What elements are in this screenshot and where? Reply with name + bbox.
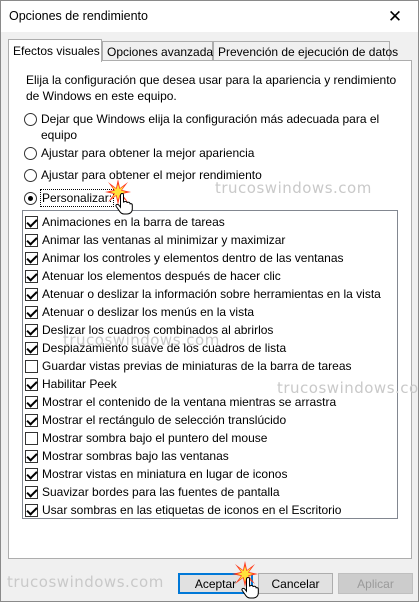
tab-strip: Efectos visuales Opciones avanzadas Prev… <box>8 39 412 62</box>
checkbox[interactable] <box>25 431 38 445</box>
list-item[interactable]: Suavizar bordes para las fuentes de pant… <box>25 483 280 501</box>
list-item[interactable]: Habilitar Peek <box>25 375 117 393</box>
checkbox[interactable] <box>25 287 38 301</box>
radio-best-appearance[interactable]: Ajustar para obtener la mejor apariencia <box>24 145 254 161</box>
tab-advanced-options[interactable]: Opciones avanzadas <box>102 41 219 61</box>
list-item[interactable]: Mostrar sombra bajo el puntero del mouse <box>25 429 267 447</box>
tab-data-execution-prevention[interactable]: Prevención de ejecución de datos <box>213 41 398 61</box>
visual-effects-panel: Elija la configuración que desea usar pa… <box>8 60 412 559</box>
checkbox[interactable] <box>25 359 38 373</box>
radio-button[interactable] <box>24 113 37 126</box>
checkbox[interactable] <box>25 233 38 247</box>
list-item[interactable]: Mostrar vistas en miniatura en lugar de … <box>25 465 287 483</box>
checkbox[interactable] <box>25 395 38 409</box>
list-item[interactable]: Mostrar sombras bajo las ventanas <box>25 447 229 465</box>
checkbox[interactable] <box>25 341 38 355</box>
list-item[interactable]: Animaciones en la barra de tareas <box>25 213 225 231</box>
hand-cursor-icon <box>241 577 259 599</box>
cancel-button[interactable]: Cancelar <box>258 573 333 594</box>
hand-cursor-icon <box>115 193 133 215</box>
radio-label: Ajustar para obtener la mejor apariencia <box>41 146 255 160</box>
watermark: trucoswindows.com <box>215 179 372 197</box>
performance-options-window: Opciones de rendimiento ✕ Efectos visual… <box>0 0 419 602</box>
checkbox[interactable] <box>25 485 38 499</box>
checkbox[interactable] <box>25 449 38 463</box>
list-item[interactable]: Usar sombras en las etiquetas de iconos … <box>25 501 341 519</box>
radio-button[interactable] <box>24 169 37 182</box>
checkbox[interactable] <box>25 413 38 427</box>
radio-label: Personalizar: <box>39 189 115 207</box>
checkbox[interactable] <box>25 503 38 517</box>
radio-button[interactable] <box>24 147 37 160</box>
list-item[interactable]: Atenuar los elementos después de hacer c… <box>25 267 281 285</box>
checkbox[interactable] <box>25 215 38 229</box>
radio-custom[interactable]: Personalizar: <box>24 189 115 207</box>
list-item[interactable]: Guardar vistas previas de miniaturas de … <box>25 357 352 375</box>
checkbox[interactable] <box>25 251 38 265</box>
checkbox[interactable] <box>25 467 38 481</box>
checkbox[interactable] <box>25 305 38 319</box>
radio-button[interactable] <box>24 192 37 205</box>
title-bar: Opciones de rendimiento ✕ <box>1 1 418 32</box>
list-item[interactable]: Mostrar el rectángulo de selección trans… <box>25 411 286 429</box>
watermark: trucoswindows.com <box>63 331 220 349</box>
tab-visual-effects[interactable]: Efectos visuales <box>8 39 102 62</box>
list-item[interactable]: Atenuar o deslizar la información sobre … <box>25 285 381 303</box>
window-title: Opciones de rendimiento <box>9 9 148 23</box>
checkbox[interactable] <box>25 269 38 283</box>
list-item[interactable]: Animar las ventanas al minimizar y maxim… <box>25 231 285 249</box>
radio-label: Dejar que Windows elija la configuración… <box>41 112 380 142</box>
checkbox[interactable] <box>25 323 38 337</box>
watermark: trucoswindows.com <box>277 379 419 397</box>
list-item[interactable]: Atenuar o deslizar los menús en la vista <box>25 303 254 321</box>
radio-let-windows-choose[interactable]: Dejar que Windows elija la configuración… <box>24 111 394 143</box>
checkbox[interactable] <box>25 377 38 391</box>
intro-text: Elija la configuración que desea usar pa… <box>26 73 397 103</box>
list-item[interactable]: Animar los controles y elementos dentro … <box>25 249 344 267</box>
apply-button: Aplicar <box>338 573 413 594</box>
visual-effects-list: Animaciones en la barra de tareas Animar… <box>22 210 398 519</box>
close-button[interactable]: ✕ <box>372 1 418 32</box>
watermark: trucoswindows.com <box>7 573 164 591</box>
